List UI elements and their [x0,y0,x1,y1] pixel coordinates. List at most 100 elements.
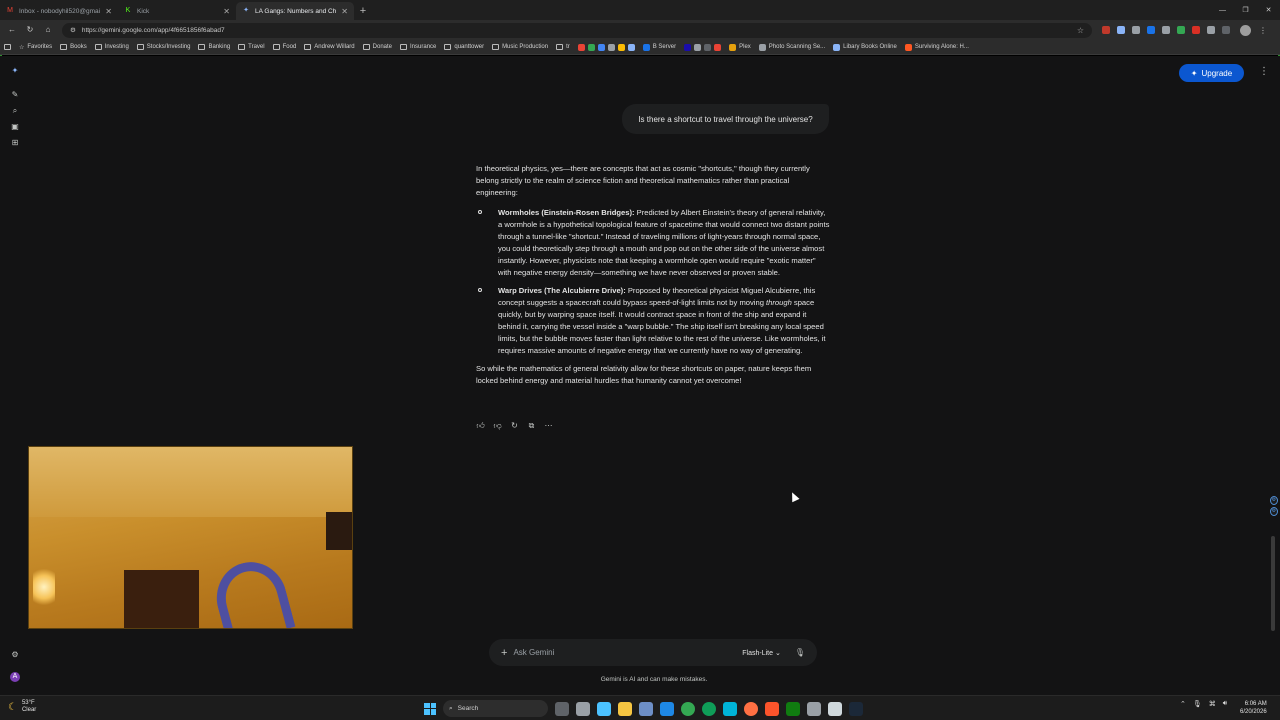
search-icon[interactable]: ⌕ [10,106,20,116]
home-icon[interactable]: ⌂ [40,22,56,38]
bookmark-donate[interactable]: Donate [362,44,392,50]
site-icon[interactable] [684,43,692,51]
copy-icon[interactable]: ⧉ [527,421,536,431]
extension-icon[interactable] [1177,26,1185,34]
volume-icon[interactable]: 🔊︎ [1223,700,1227,708]
extension-icon[interactable] [1147,26,1155,34]
taskbar-search[interactable]: ⌕ Search [443,700,548,717]
site-icon[interactable] [597,43,605,51]
app-icon[interactable] [723,701,737,716]
close-icon[interactable]: ✕ [105,7,112,16]
extension-icon[interactable] [1132,26,1140,34]
bookmark-tr[interactable]: tr [556,44,570,50]
xbox-icon[interactable] [786,701,800,716]
bookmark-insurance[interactable]: Insurance [400,44,436,50]
new-chat-icon[interactable]: ✎ [10,90,20,100]
address-bar[interactable]: ⚙ https://gemini.google.com/app/4f665185… [62,22,1092,38]
prompt-composer[interactable]: + Ask Gemini Flash-Lite ⌄ 🎙︎ [489,639,817,666]
app-icon[interactable] [639,701,653,716]
bookmark-library-books[interactable]: Libary Books Online [833,43,897,51]
app-icon[interactable] [597,701,611,716]
more-icon[interactable]: ⋯ [544,421,553,431]
site-icon[interactable] [607,43,615,51]
bookmark-favorites[interactable]: ☆ Favorites [19,44,52,51]
extension-icon[interactable] [1207,26,1215,34]
gemini-logo-icon[interactable]: ✦ [10,66,20,76]
settings-icon[interactable]: ⚙ [10,650,20,660]
add-attachment-icon[interactable]: + [501,647,507,659]
windows-start-icon[interactable] [424,702,436,715]
brave-icon[interactable] [765,701,779,716]
tab-gemini[interactable]: ✦ LA Gangs: Numbers and Characte... ✕ [236,2,354,20]
profile-avatar[interactable] [1240,24,1251,36]
bookmark-b-server[interactable]: B Server [642,43,676,51]
bookmark-investing[interactable]: Investing [94,44,129,50]
close-icon[interactable]: ✕ [223,7,230,16]
tab-kick[interactable]: K Kick ✕ [118,2,236,20]
scrollbar[interactable] [1271,536,1275,631]
minimize-icon[interactable]: — [1211,7,1234,14]
maximize-icon[interactable]: ❐ [1234,6,1257,14]
apps-icon[interactable]: ⊞ [10,138,20,148]
extension-icon[interactable] [1162,26,1170,34]
more-options-icon[interactable]: ⋮ [1259,66,1269,77]
bookmark-music-production[interactable]: Music Production [492,44,548,50]
back-icon[interactable]: ← [4,22,20,38]
bookmark-stocks[interactable]: Stocks/Investing [136,44,190,50]
task-view-icon[interactable] [555,701,569,716]
browser-menu-icon[interactable]: ⋮ [1259,26,1267,35]
taskbar-clock[interactable]: 6:06 AM 6/20/2026 [1240,700,1267,716]
site-icon[interactable] [587,43,595,51]
site-icon[interactable] [704,43,712,51]
bookmark-star-icon[interactable]: ☆ [1077,26,1084,35]
close-icon[interactable]: ✕ [341,7,348,16]
site-icon[interactable] [617,43,625,51]
file-explorer-icon[interactable] [618,701,632,716]
thumbs-down-icon[interactable]: 👎︎ [493,421,502,431]
site-icon[interactable] [627,43,635,51]
network-icon[interactable]: ⌘ [1209,700,1216,708]
bookmark-surviving-alone[interactable]: Surviving Alone: H... [904,43,969,51]
upgrade-button[interactable]: ✦ Upgrade [1179,64,1244,82]
sidebar-toggle-icon[interactable] [4,44,11,50]
library-icon[interactable]: ▣ [10,122,20,132]
bookmark-banking[interactable]: Banking [198,44,230,50]
widget-icon[interactable]: ⚙ [1270,507,1278,516]
bookmark-travel[interactable]: Travel [238,44,265,50]
microphone-icon[interactable]: 🎙︎ [795,648,805,657]
close-window-icon[interactable]: ✕ [1257,6,1280,14]
bookmark-food[interactable]: Food [272,44,296,50]
extension-icon[interactable] [1192,26,1200,34]
account-avatar[interactable]: A [10,672,20,682]
app-icon[interactable] [807,701,821,716]
gmail-icon[interactable] [577,43,585,51]
bookmark-quanttower[interactable]: quanttower [444,44,484,50]
site-info-icon[interactable]: ⚙ [70,26,76,34]
site-icon[interactable] [694,43,702,51]
bookmark-books[interactable]: Books [60,44,87,50]
app-icon[interactable] [828,701,842,716]
weather-widget[interactable]: ☾ 53°F Clear [8,700,36,714]
reload-icon[interactable]: ↻ [22,22,38,38]
regenerate-icon[interactable]: ↻ [510,421,519,431]
thumbs-up-icon[interactable]: 👍︎ [476,421,485,431]
edge-icon[interactable] [702,701,716,716]
widget-icon[interactable]: ⚙ [1270,496,1278,505]
steam-icon[interactable] [849,701,863,716]
extension-icon[interactable] [1222,26,1230,34]
chrome-icon[interactable] [681,701,695,716]
chevron-up-icon[interactable]: ⌃ [1180,700,1186,708]
bookmark-plex[interactable]: Plex [729,43,751,51]
prompt-input[interactable]: Ask Gemini [513,648,742,657]
bookmark-photo-scanning[interactable]: Photo Scanning Se... [758,43,825,51]
bookmark-andrew-willard[interactable]: Andrew Willard [304,44,355,50]
app-icon[interactable] [660,701,674,716]
tab-gmail[interactable]: M Inbox - nobodyhil520@gmail.com ✕ [0,2,118,20]
extension-icon[interactable] [1117,26,1125,34]
extension-icon[interactable] [1102,26,1110,34]
microphone-icon[interactable]: 🎙︎ [1193,700,1202,708]
new-tab-button[interactable]: + [354,2,372,20]
settings-app-icon[interactable] [576,701,590,716]
firefox-icon[interactable] [744,701,758,716]
model-selector[interactable]: Flash-Lite ⌄ [742,649,781,657]
